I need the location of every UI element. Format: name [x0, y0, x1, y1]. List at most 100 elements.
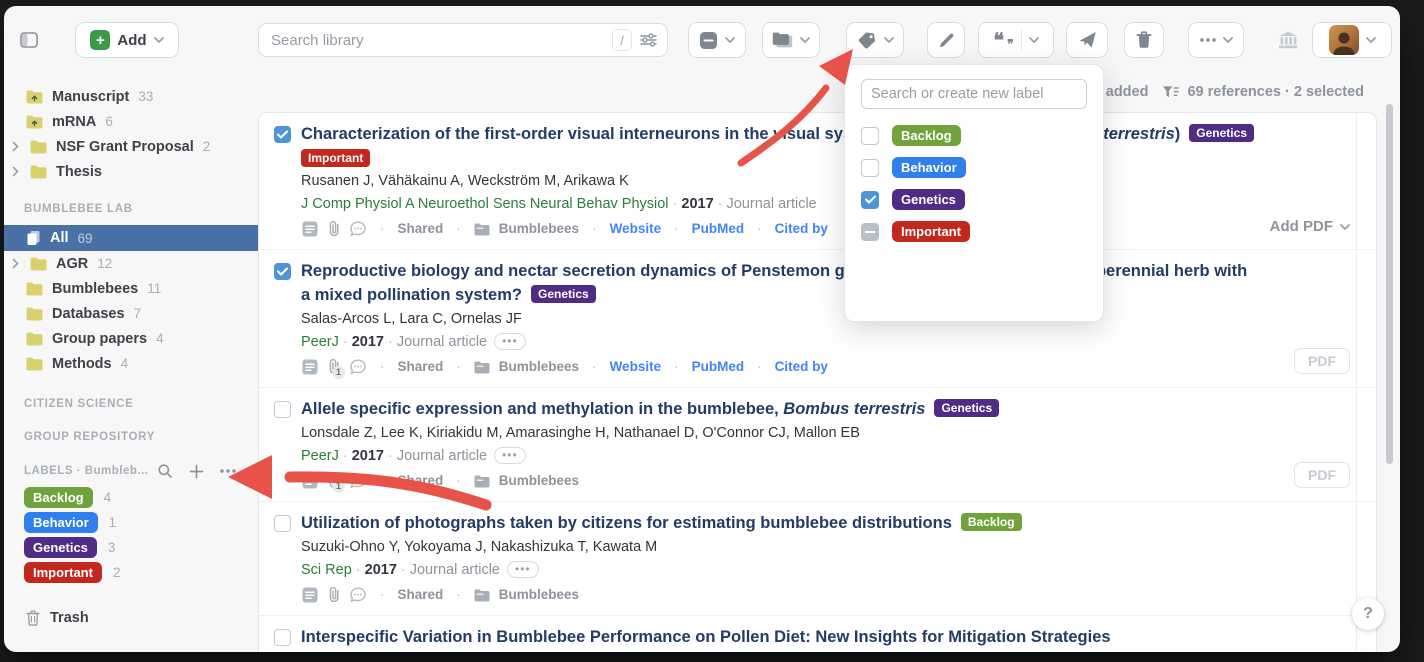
sidebar-item-agr[interactable]: AGR12 — [4, 251, 258, 276]
cite-button[interactable]: ❝ ❞ — [978, 22, 1054, 58]
reference-title[interactable]: Reproductive biology and nectar secretio… — [301, 259, 1256, 307]
search-options-icon[interactable] — [640, 33, 657, 47]
label-chip[interactable]: Important — [892, 221, 970, 242]
add-button-label: Add — [117, 32, 146, 49]
journal-name[interactable]: J Comp Physiol A Neuroethol Sens Neural … — [301, 196, 669, 212]
chevron-right-icon[interactable] — [9, 166, 21, 177]
sidebar-item-manuscript[interactable]: Manuscript33 — [4, 84, 258, 109]
reference-title[interactable]: Interspecific Variation in Bumblebee Per… — [301, 625, 1256, 649]
reference-title[interactable]: Allele specific expression and methylati… — [301, 397, 1256, 421]
label-badge[interactable]: Important — [301, 149, 370, 167]
institution-icon[interactable] — [1278, 31, 1298, 49]
label-count: 3 — [108, 540, 116, 555]
sidebar-item-thesis[interactable]: Thesis — [4, 159, 258, 184]
sidebar-item-methods[interactable]: Methods4 — [4, 351, 258, 376]
sidebar-item-mrna[interactable]: mRNA6 — [4, 109, 258, 134]
section-header-citizen-science[interactable]: CITIZEN SCIENCE — [4, 397, 258, 411]
label-badge[interactable]: Genetics — [531, 285, 596, 303]
sidebar-item-bumblebees[interactable]: Bumblebees11 — [4, 276, 258, 301]
account-menu-button[interactable] — [1312, 22, 1392, 58]
label-chip[interactable]: Backlog — [892, 125, 961, 146]
trash-label: Trash — [50, 610, 89, 626]
reference-checkbox[interactable] — [274, 629, 291, 646]
sidebar-item-group-papers[interactable]: Group papers4 — [4, 326, 258, 351]
pdf-button[interactable]: PDF — [1294, 348, 1350, 374]
folder-name[interactable]: Bumblebees — [499, 356, 579, 378]
paperclip-icon[interactable] — [328, 220, 340, 238]
journal-name[interactable]: Sci Rep — [301, 562, 352, 578]
sidebar-toggle-icon[interactable] — [20, 32, 38, 48]
sidebar-scrollbar[interactable] — [1386, 104, 1393, 464]
reference-checkbox[interactable] — [274, 515, 291, 532]
link-cited-by[interactable]: Cited by — [775, 218, 828, 240]
label-search-input[interactable] — [861, 79, 1087, 109]
reference-checkbox[interactable] — [274, 263, 291, 280]
add-pdf-button[interactable]: Add PDF — [1270, 218, 1350, 235]
pdf-button[interactable]: PDF — [1294, 462, 1350, 488]
label-chip[interactable]: Genetics — [24, 537, 97, 558]
link-pubmed[interactable]: PubMed — [692, 356, 745, 378]
sidebar-item-trash[interactable]: Trash — [4, 608, 258, 628]
paperclip-icon[interactable]: 1 — [328, 358, 340, 376]
sidebar-item-nsf-grant-proposal[interactable]: NSF Grant Proposal2 — [4, 134, 258, 159]
more-options-button[interactable]: ••• — [494, 333, 526, 350]
popup-label-checkbox[interactable] — [861, 159, 879, 177]
label-chip[interactable]: Backlog — [24, 487, 93, 508]
delete-button[interactable] — [1124, 22, 1164, 58]
sidebar-item-all[interactable]: All69 — [4, 225, 258, 251]
folder-name[interactable]: Bumblebees — [499, 470, 579, 492]
label-badge[interactable]: Genetics — [1189, 124, 1254, 142]
edit-reference-button[interactable] — [927, 22, 965, 58]
section-header-group-repository[interactable]: GROUP REPOSITORY — [4, 430, 258, 444]
add-button[interactable]: + Add — [75, 22, 179, 58]
label-count: 2 — [113, 565, 121, 580]
popup-label-checkbox[interactable] — [861, 223, 879, 241]
popup-label-checkbox[interactable] — [861, 127, 879, 145]
reference-count: 69 references · 2 selected — [1187, 84, 1364, 100]
link-cited-by[interactable]: Cited by — [775, 356, 828, 378]
link-pubmed[interactable]: PubMed — [692, 218, 745, 240]
label-chip[interactable]: Behavior — [24, 512, 98, 533]
label-chip[interactable]: Genetics — [892, 189, 965, 210]
journal-name[interactable]: PeerJ — [301, 334, 339, 350]
filter-icon[interactable] — [1162, 85, 1179, 99]
more-actions-button[interactable] — [1188, 22, 1244, 58]
more-options-button[interactable]: ••• — [494, 447, 526, 464]
move-to-folder-button[interactable] — [762, 22, 820, 58]
chevron-right-icon[interactable] — [9, 141, 21, 152]
select-references-button[interactable] — [688, 22, 746, 58]
share-button[interactable] — [1066, 22, 1108, 58]
popup-label-checkbox[interactable] — [861, 191, 879, 209]
paperclip-icon[interactable] — [328, 586, 340, 604]
reference-authors: Salas-Arcos L, Lara C, Ornelas JF — [301, 308, 1256, 331]
search-labels-icon[interactable] — [149, 463, 181, 479]
labels-more-icon[interactable] — [212, 469, 244, 473]
reference-title[interactable]: Utilization of photographs taken by citi… — [301, 511, 1256, 535]
reference-checkbox[interactable] — [274, 126, 291, 143]
reference-action: Add PDF — [1270, 218, 1350, 236]
folder-name[interactable]: Bumblebees — [499, 584, 579, 606]
label-popup: Backlog Behavior Genetics Important — [844, 64, 1104, 322]
label-chip[interactable]: Important — [24, 562, 102, 583]
sidebar-item-count: 69 — [78, 231, 93, 246]
assign-label-button[interactable] — [846, 22, 904, 58]
sidebar-item-count: 2 — [203, 139, 211, 154]
journal-name[interactable]: PeerJ — [301, 448, 339, 464]
reference-checkbox[interactable] — [274, 401, 291, 418]
add-label-icon[interactable] — [181, 464, 212, 479]
folder-name[interactable]: Bumblebees — [499, 218, 579, 240]
sidebar-item-databases[interactable]: Databases7 — [4, 301, 258, 326]
chevron-right-icon[interactable] — [9, 258, 21, 269]
label-badge[interactable]: Backlog — [961, 513, 1022, 531]
sidebar-label-backlog: Backlog4 — [4, 487, 258, 508]
reference-title[interactable]: Characterization of the first-order visu… — [301, 122, 1256, 146]
reference-rows: Characterization of the first-order visu… — [259, 113, 1376, 652]
paperclip-icon[interactable]: 1 — [328, 472, 340, 490]
link-website[interactable]: Website — [610, 356, 662, 378]
help-button[interactable]: ? — [1352, 598, 1384, 630]
label-badge[interactable]: Genetics — [934, 399, 999, 417]
more-options-button[interactable]: ••• — [507, 561, 539, 578]
label-chip[interactable]: Behavior — [892, 157, 966, 178]
link-website[interactable]: Website — [610, 218, 662, 240]
search-input[interactable] — [269, 31, 604, 50]
